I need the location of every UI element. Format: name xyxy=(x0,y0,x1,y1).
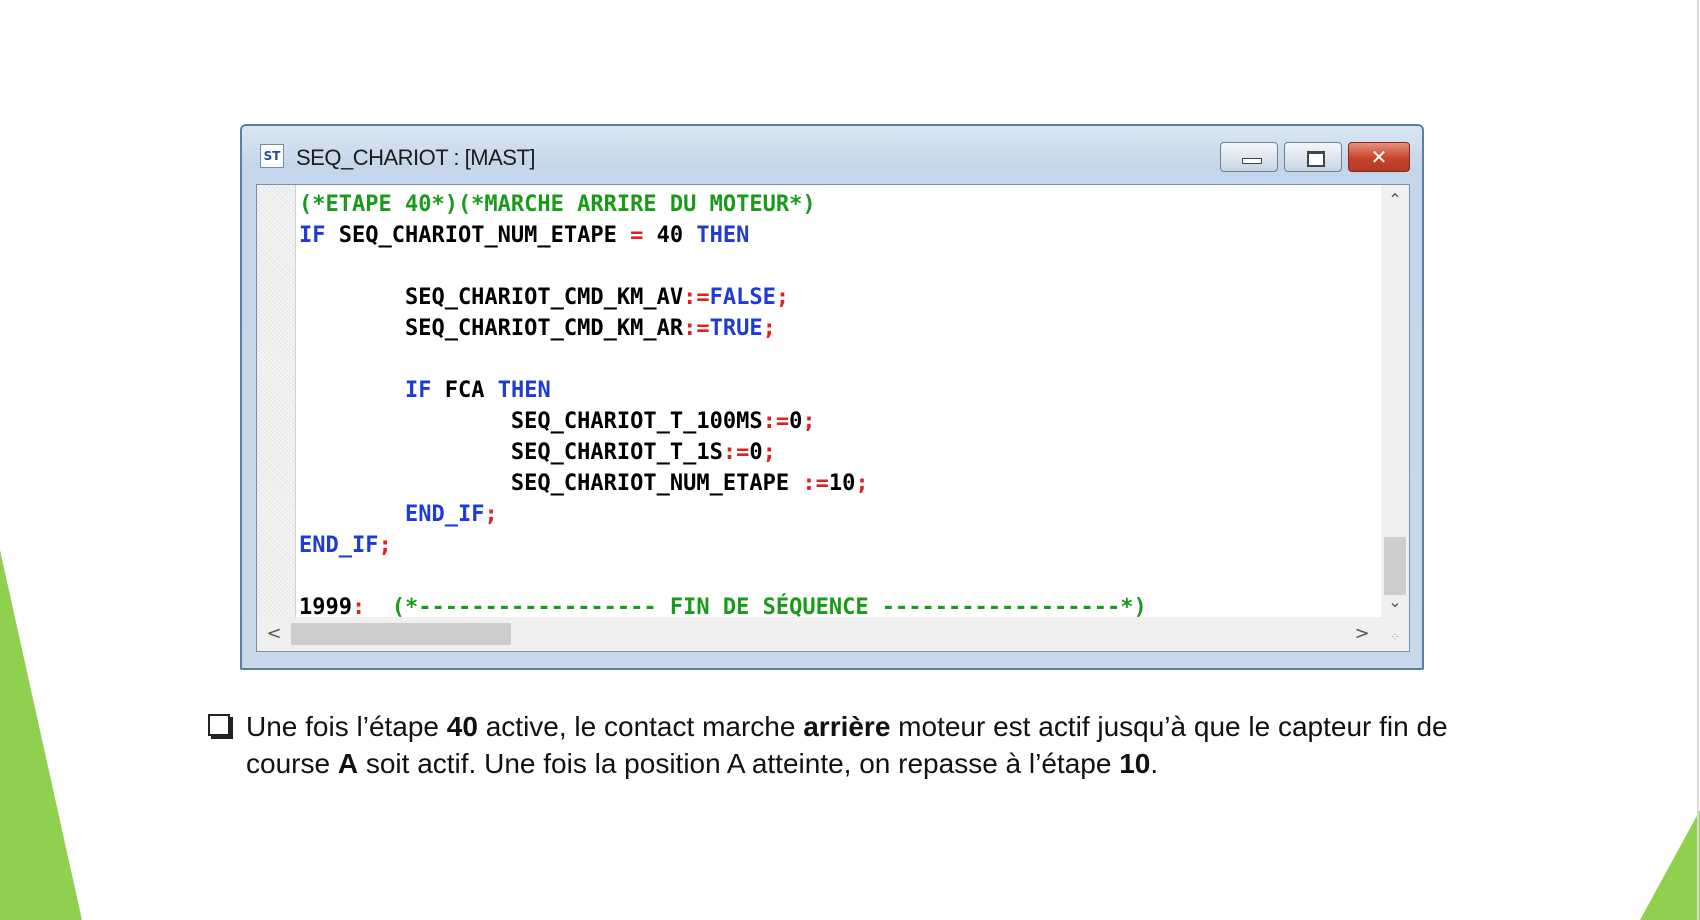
minimize-button[interactable] xyxy=(1220,142,1278,172)
code-token: (*ETAPE 40*)(*MARCHE ARRIRE DU MOTEUR*) xyxy=(299,192,816,217)
code-token: (*------------------ FIN DE SÉQUENCE ---… xyxy=(391,595,1147,617)
code-line[interactable]: SEQ_CHARIOT_CMD_KM_AV:=FALSE; xyxy=(299,282,1359,313)
code-token: := xyxy=(802,471,829,496)
close-button[interactable]: ✕ xyxy=(1348,142,1410,172)
code-token: ; xyxy=(762,316,776,341)
code-token: THEN xyxy=(497,378,551,403)
code-token: := xyxy=(762,409,790,434)
code-token: SEQ_CHARIOT_CMD_KM_AV xyxy=(299,285,684,310)
code-line[interactable]: (*ETAPE 40*)(*MARCHE ARRIRE DU MOTEUR*) xyxy=(299,189,1359,220)
code-token: SEQ_CHARIOT_NUM_ETAPE xyxy=(299,471,803,496)
code-line[interactable]: END_IF; xyxy=(299,530,1359,561)
caption-text-run: soit actif. Une fois la position A attei… xyxy=(358,748,1120,779)
code-token: 10 xyxy=(828,471,856,496)
code-token: := xyxy=(722,440,750,465)
code-line[interactable] xyxy=(299,561,1359,592)
horizontal-scroll-thumb[interactable] xyxy=(291,623,511,645)
scroll-down-arrow-icon[interactable]: ⌄ xyxy=(1381,589,1409,615)
caption-text-run: . xyxy=(1150,748,1159,779)
code-token: IF xyxy=(299,223,326,248)
minimize-icon xyxy=(1242,158,1262,164)
code-token: FCA xyxy=(431,378,498,403)
code-token: ; xyxy=(762,440,776,465)
code-line[interactable]: 1999: (*------------------ FIN DE SÉQUEN… xyxy=(299,592,1359,617)
code-line[interactable]: SEQ_CHARIOT_T_100MS:=0; xyxy=(299,406,1359,437)
code-line[interactable] xyxy=(299,251,1359,282)
resize-grip-icon[interactable]: ⁘ xyxy=(1381,617,1409,651)
code-token: THEN xyxy=(696,223,750,248)
code-token: := xyxy=(683,285,710,310)
title-bar[interactable]: ST SEQ_CHARIOT : [MAST] ✕ xyxy=(242,126,1422,178)
code-token: END_IF xyxy=(404,502,485,527)
code-token: SEQ_CHARIOT_T_1S xyxy=(299,440,723,465)
caption-emphasis: arrière xyxy=(803,711,891,742)
code-token: SEQ_CHARIOT_NUM_ETAPE xyxy=(325,223,631,248)
editor-gutter xyxy=(257,185,296,617)
code-token: TRUE xyxy=(709,316,763,341)
code-line[interactable]: SEQ_CHARIOT_T_1S:=0; xyxy=(299,437,1359,468)
maximize-button[interactable] xyxy=(1284,142,1342,172)
caption-emphasis: A xyxy=(337,748,359,779)
vertical-scroll-thumb[interactable] xyxy=(1384,537,1406,595)
close-icon: ✕ xyxy=(1370,145,1388,169)
code-token: 0 xyxy=(789,409,803,434)
code-token: : xyxy=(351,595,366,617)
code-token: ; xyxy=(484,502,498,527)
bullet-box-icon xyxy=(208,714,230,736)
code-token: 0 xyxy=(749,440,763,465)
code-line[interactable]: END_IF; xyxy=(299,499,1359,530)
code-token: ; xyxy=(855,471,869,496)
code-token: 1999 xyxy=(299,595,352,617)
window-title: SEQ_CHARIOT : [MAST] xyxy=(296,145,535,170)
code-token: SEQ_CHARIOT_CMD_KM_AR xyxy=(299,316,684,341)
vertical-scrollbar[interactable]: ⌃ ⌄ xyxy=(1381,185,1409,617)
scroll-left-arrow-icon[interactable]: < xyxy=(259,617,289,651)
code-line[interactable]: IF FCA THEN xyxy=(299,375,1359,406)
scroll-up-arrow-icon[interactable]: ⌃ xyxy=(1381,187,1409,213)
code-token: FALSE xyxy=(709,285,776,310)
code-area[interactable]: (*ETAPE 40*)(*MARCHE ARRIRE DU MOTEUR*) I… xyxy=(299,189,1359,617)
code-token: = xyxy=(630,223,644,248)
code-editor[interactable]: (*ETAPE 40*)(*MARCHE ARRIRE DU MOTEUR*) I… xyxy=(256,184,1410,652)
code-token: SEQ_CHARIOT_T_100MS xyxy=(299,409,763,434)
horizontal-scrollbar[interactable]: < > xyxy=(257,617,1381,651)
code-token: ; xyxy=(378,533,392,558)
maximize-icon xyxy=(1307,151,1325,167)
code-line[interactable]: IF SEQ_CHARIOT_NUM_ETAPE = 40 THEN xyxy=(299,220,1359,251)
explanation-text: Une fois l’étape 40 active, le contact m… xyxy=(246,708,1508,782)
code-line[interactable]: SEQ_CHARIOT_CMD_KM_AR:=TRUE; xyxy=(299,313,1359,344)
code-token: END_IF xyxy=(299,533,379,558)
caption-emphasis: 40 xyxy=(446,711,478,742)
caption-emphasis: 10 xyxy=(1119,748,1151,779)
code-token: ; xyxy=(802,409,816,434)
code-token: 40 xyxy=(643,223,697,248)
structured-text-app-icon: ST xyxy=(260,144,284,168)
scroll-right-arrow-icon[interactable]: > xyxy=(1347,617,1377,651)
caption-text-run: Une fois l’étape xyxy=(246,711,447,742)
code-token: := xyxy=(683,316,710,341)
code-token: IF xyxy=(404,378,432,403)
code-token: ; xyxy=(775,285,790,310)
code-line[interactable]: SEQ_CHARIOT_NUM_ETAPE :=10; xyxy=(299,468,1359,499)
editor-window: ST SEQ_CHARIOT : [MAST] ✕ (*ETAPE 40*)(*… xyxy=(240,124,1424,670)
code-line[interactable] xyxy=(299,344,1359,375)
caption-text-run: active, le contact marche xyxy=(477,711,804,742)
